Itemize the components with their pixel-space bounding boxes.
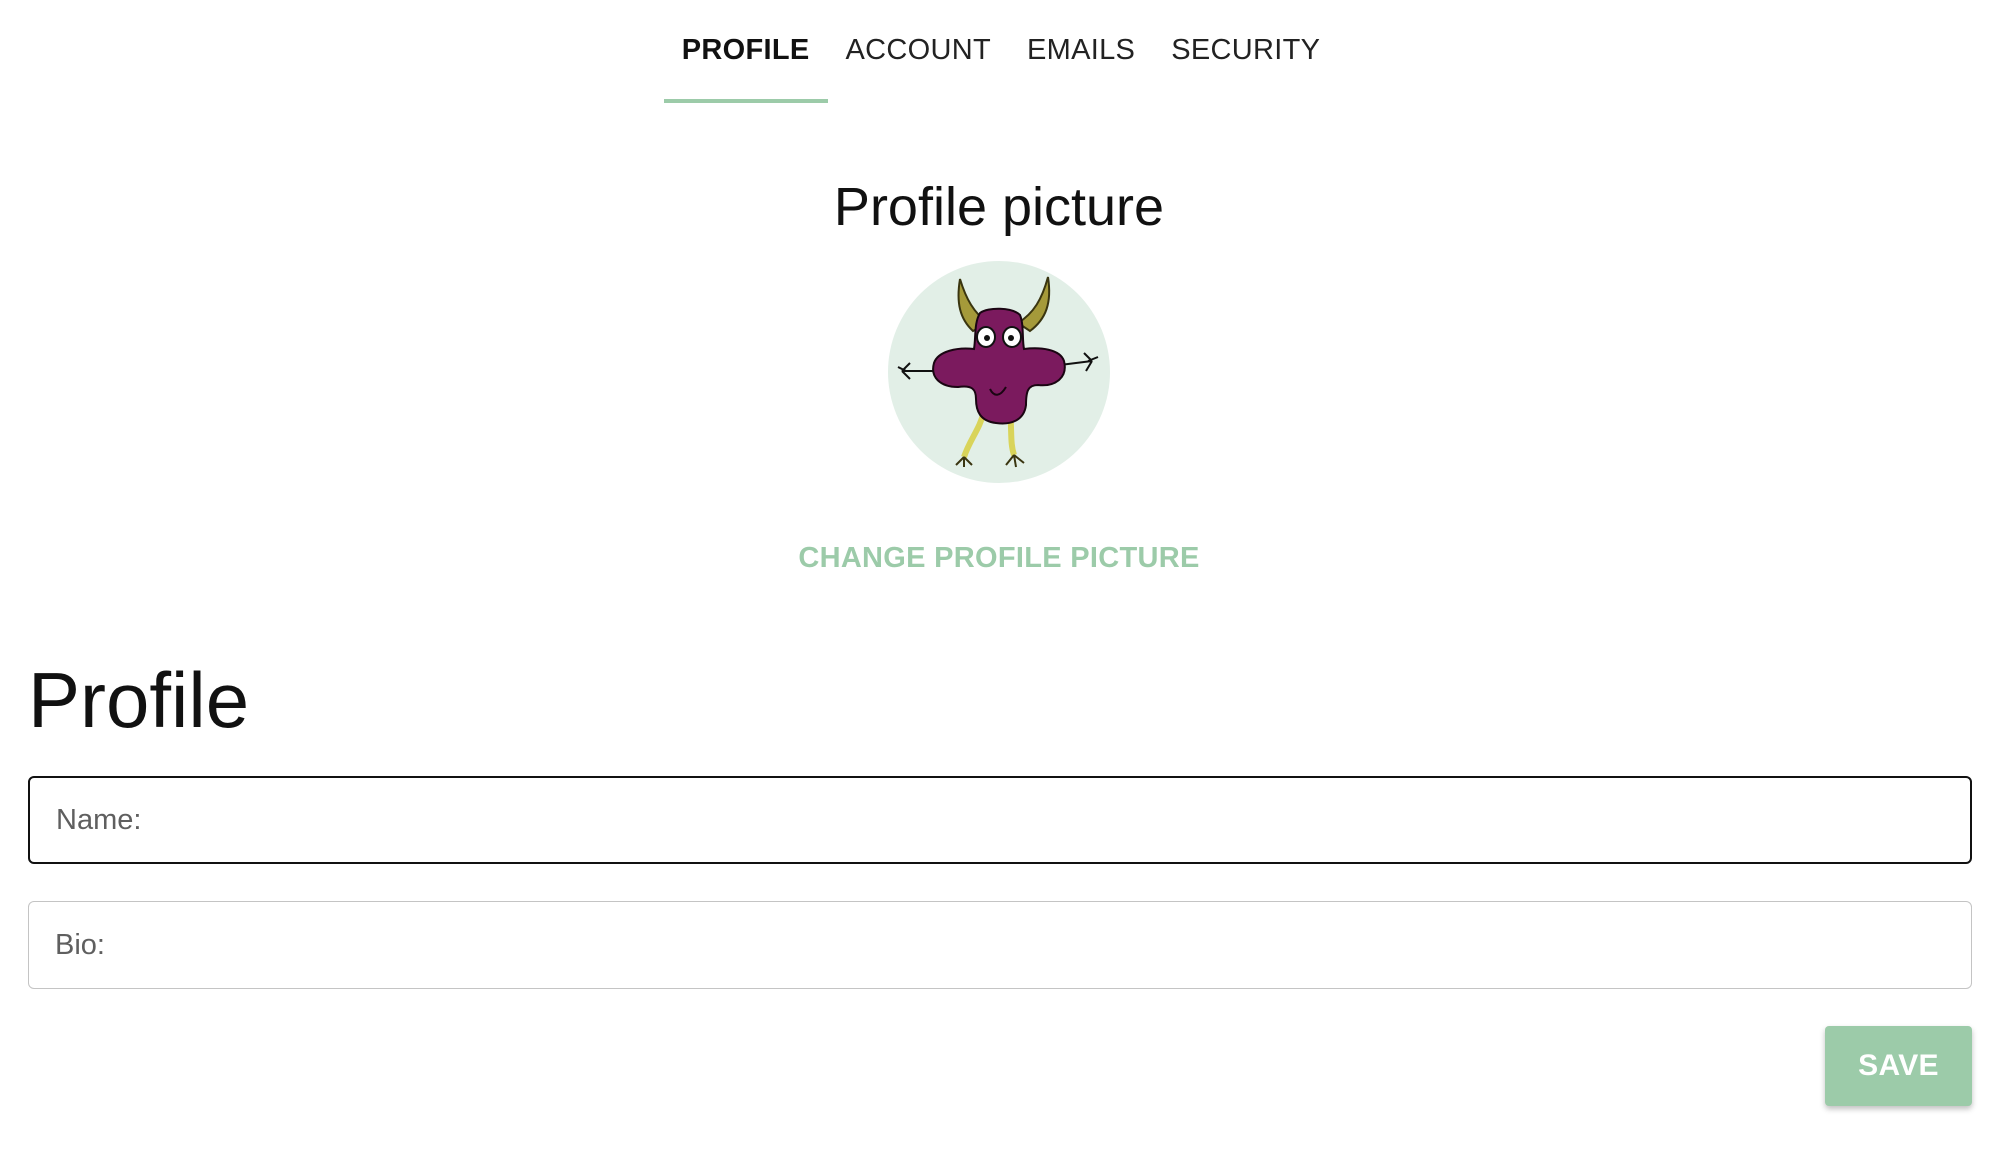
save-button[interactable]: SAVE bbox=[1825, 1026, 1972, 1106]
tab-profile[interactable]: PROFILE bbox=[663, 0, 828, 103]
tab-strip: PROFILE ACCOUNT EMAILS SECURITY bbox=[663, 0, 1338, 103]
profile-picture-heading: Profile picture bbox=[833, 177, 1165, 237]
avatar bbox=[888, 261, 1110, 483]
profile-section-title: Profile bbox=[28, 656, 250, 744]
name-field[interactable]: Name: bbox=[28, 776, 1972, 864]
settings-tabs: PROFILE ACCOUNT EMAILS SECURITY bbox=[0, 0, 1998, 103]
name-field-placeholder: Name: bbox=[56, 803, 142, 836]
tab-emails[interactable]: EMAILS bbox=[1009, 0, 1153, 103]
tab-account[interactable]: ACCOUNT bbox=[828, 0, 1010, 103]
horned-monster-avatar-icon bbox=[897, 276, 1099, 468]
settings-page: PROFILE ACCOUNT EMAILS SECURITY Profile … bbox=[0, 0, 1998, 1152]
bio-field-placeholder: Bio: bbox=[55, 928, 105, 961]
bio-field[interactable]: Bio: bbox=[28, 901, 1972, 989]
tab-security[interactable]: SECURITY bbox=[1153, 0, 1338, 103]
change-profile-picture-button[interactable]: CHANGE PROFILE PICTURE bbox=[0, 530, 1998, 586]
